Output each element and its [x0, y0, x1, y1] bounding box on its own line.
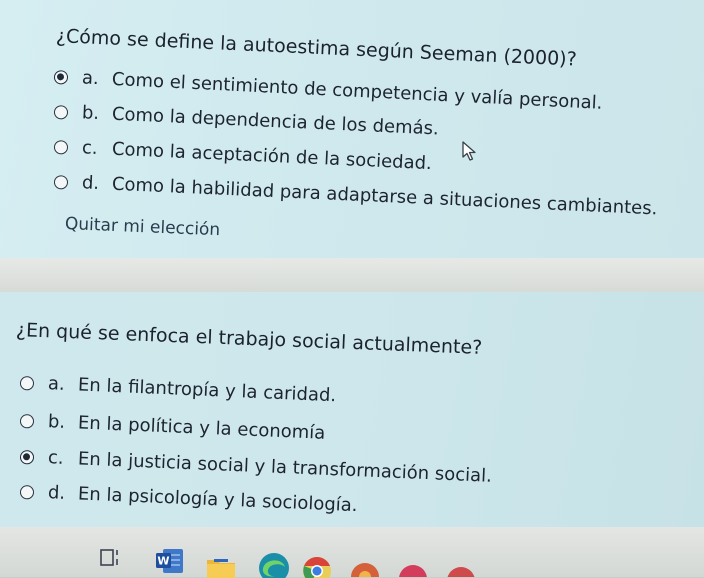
q2-radio-b[interactable]	[19, 414, 35, 429]
q1-radio-a[interactable]	[53, 70, 69, 85]
task-view-icon[interactable]	[100, 548, 122, 568]
q2-option-d-letter: d.	[47, 482, 66, 504]
q2-radio-d[interactable]	[19, 485, 35, 500]
q1-option-c-letter: c.	[81, 137, 99, 159]
chrome-icon[interactable]	[302, 556, 332, 578]
word-icon-letter: W	[157, 555, 169, 568]
q2-option-c-letter: c.	[47, 447, 65, 469]
card-separator	[0, 258, 704, 292]
taskbar-app-icon-3[interactable]	[446, 566, 476, 577]
q1-option-a-letter: a.	[81, 67, 100, 90]
q2-option-b-letter: b.	[47, 411, 66, 433]
mouse-cursor-icon	[462, 141, 476, 161]
q2-radio-a[interactable]	[19, 376, 35, 391]
q2-radio-c[interactable]	[19, 450, 35, 465]
taskbar-app-icon-2[interactable]	[398, 564, 428, 577]
edge-icon[interactable]	[258, 552, 290, 578]
word-icon[interactable]: W	[156, 548, 184, 574]
q1-option-b-letter: b.	[81, 102, 100, 125]
taskbar-app-icon[interactable]	[350, 562, 380, 577]
q1-radio-b[interactable]	[53, 105, 69, 120]
q1-radio-d[interactable]	[53, 175, 69, 190]
q2-option-a-letter: a.	[47, 373, 66, 395]
q1-radio-c[interactable]	[53, 140, 69, 155]
q1-option-d-letter: d.	[81, 172, 100, 195]
folder-icon[interactable]	[206, 556, 236, 578]
